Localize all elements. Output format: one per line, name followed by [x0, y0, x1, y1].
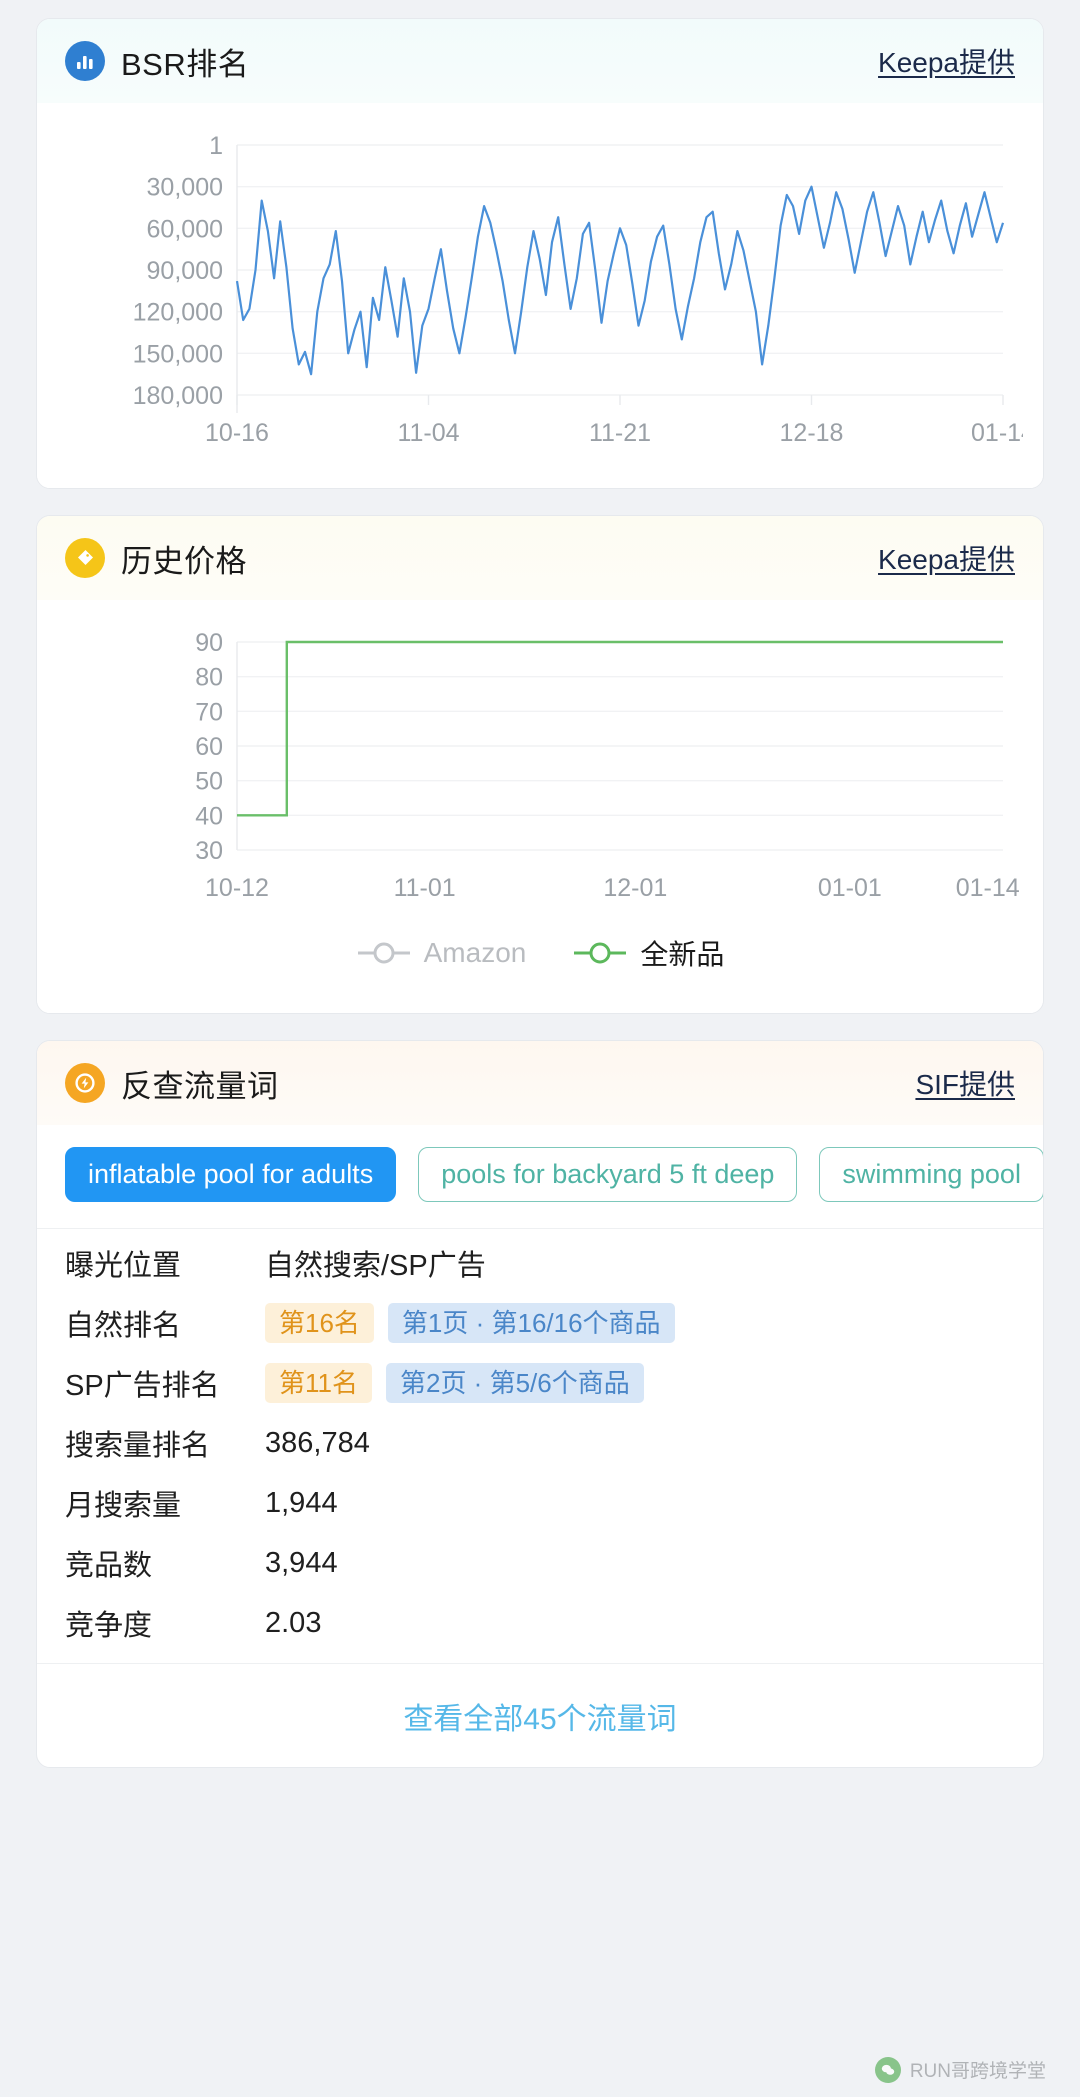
- keyword-chip[interactable]: swimming pool: [819, 1147, 1043, 1202]
- price-chart[interactable]: 90 80 70 60 50 40 30 10-12 11-01 12-01 01-01 01-14: [59, 618, 1021, 923]
- price-ytick-label: 80: [195, 664, 223, 692]
- keyword-rank-badge: 第16名: [265, 1303, 374, 1343]
- lightning-icon: [65, 1063, 105, 1103]
- price-provider-link[interactable]: Keepa提供: [878, 538, 1015, 578]
- bsr-chart-body: 1 30,000 60,000 90,000 120,000 150,000 180,000…: [37, 103, 1043, 488]
- keyword-detail-table: 曝光位置 自然搜索/SP广告自然排名 第16名 第1页 · 第16/16个商品 SP广告…: [37, 1228, 1043, 1663]
- keyword-provider-link[interactable]: SIF提供: [915, 1063, 1015, 1103]
- keyword-row-label: 搜索量排名: [65, 1430, 211, 1462]
- keyword-card-footer: 查看全部45个流量词: [37, 1663, 1043, 1767]
- legend-marker-amazon: [357, 942, 410, 964]
- bsr-provider-link[interactable]: Keepa提供: [878, 41, 1015, 81]
- keyword-chip[interactable]: pools for backyard 5 ft deep: [418, 1147, 798, 1202]
- bsr-header-left: BSR排名: [65, 39, 249, 84]
- keyword-rank-badge: 第11名: [265, 1363, 372, 1403]
- price-ytick-label: 90: [195, 629, 223, 657]
- price-tag-icon: [65, 538, 105, 578]
- keyword-row-label: SP广告排名: [65, 1370, 220, 1402]
- price-series-line: [237, 640, 1003, 817]
- bsr-xtick-label: 11-21: [589, 419, 651, 447]
- price-ytick-label: 70: [195, 698, 223, 726]
- legend-marker-new: [574, 942, 627, 964]
- keyword-chip[interactable]: inflatable pool for adults: [65, 1147, 397, 1202]
- price-history-card: 历史价格 Keepa提供 90 80 70 60 50 40 30 10-12 11-01 12-…: [36, 515, 1044, 1014]
- legend-label-new: 全新品: [640, 939, 725, 970]
- keyword-row-value: 第16名 第1页 · 第16/16个商品: [265, 1303, 675, 1343]
- keyword-row-value: 3,944: [265, 1547, 338, 1580]
- keyword-row-label: 自然排名: [65, 1310, 182, 1342]
- wechat-icon: [874, 2056, 901, 2083]
- keyword-row-text: 2.03: [265, 1606, 322, 1639]
- price-ytick-label: 30: [195, 837, 223, 865]
- price-ytick-label: 60: [195, 733, 223, 761]
- keyword-table-row: SP广告排名 第11名 第2页 · 第5/6个商品: [65, 1353, 1015, 1413]
- keyword-table-row: 月搜索量 1,944: [65, 1473, 1015, 1533]
- keyword-table-row: 曝光位置 自然搜索/SP广告: [65, 1233, 1015, 1293]
- price-chart-svg: 90 80 70 60 50 40 30 10-12 11-01 12-01 01-01 01-14: [195, 629, 1020, 902]
- legend-item-amazon[interactable]: Amazon: [356, 937, 527, 969]
- bsr-ytick-label: 150,000: [133, 340, 223, 368]
- bsr-ytick-label: 180,000: [133, 382, 223, 410]
- keyword-rank-badge: 第2页 · 第5/6个商品: [386, 1363, 644, 1403]
- watermark-text: RUN哥跨境学堂: [909, 2061, 1046, 2082]
- page-root: BSR排名 Keepa提供 1 30,000 60,000 90,000 120,000…: [0, 0, 1080, 2097]
- price-chart-body: 90 80 70 60 50 40 30 10-12 11-01 12-01 01-01 01-14 …: [37, 600, 1043, 1013]
- bsr-ytick-label: 30,000: [147, 174, 223, 202]
- keyword-row-value: 第11名 第2页 · 第5/6个商品: [265, 1363, 644, 1403]
- bsr-card-title: BSR排名: [121, 46, 250, 82]
- bsr-ytick-label: 1: [209, 132, 223, 160]
- keyword-row-label: 曝光位置: [65, 1250, 182, 1282]
- bsr-series-line: [235, 185, 1005, 376]
- price-xtick-label: 11-01: [394, 874, 456, 902]
- price-card-title: 历史价格: [121, 543, 247, 579]
- bsr-xtick-label: 01-14: [971, 419, 1023, 447]
- keyword-chips-row[interactable]: inflatable pool for adults pools for back…: [37, 1125, 1043, 1228]
- keyword-row-value: 386,784: [265, 1427, 370, 1460]
- bsr-ytick-label: 60,000: [147, 215, 223, 243]
- keyword-row-text: 386,784: [265, 1426, 370, 1459]
- legend-label-amazon: Amazon: [423, 937, 527, 968]
- legend-item-new[interactable]: 全新品: [572, 933, 724, 973]
- price-ytick-label: 40: [195, 802, 223, 830]
- price-xtick-label: 01-14: [956, 874, 1020, 902]
- price-xtick-label: 12-01: [603, 874, 667, 902]
- bsr-ytick-label: 120,000: [133, 299, 223, 327]
- price-header-left: 历史价格: [65, 536, 247, 581]
- bsr-card-header: BSR排名 Keepa提供: [37, 19, 1043, 103]
- watermark: RUN哥跨境学堂: [874, 2056, 1046, 2083]
- keyword-row-value: 2.03: [265, 1607, 321, 1640]
- keyword-row-label: 月搜索量: [65, 1490, 182, 1522]
- view-all-keywords-link[interactable]: 查看全部45个流量词: [403, 1694, 676, 1738]
- keyword-card-title: 反查流量词: [121, 1068, 279, 1104]
- price-ytick-label: 50: [195, 768, 223, 796]
- keyword-table-row: 竞品数 3,944: [65, 1533, 1015, 1593]
- keyword-table-row: 搜索量排名 386,784: [65, 1413, 1015, 1473]
- keyword-table-row: 自然排名 第16名 第1页 · 第16/16个商品: [65, 1293, 1015, 1353]
- keyword-lookup-card: 反查流量词 SIF提供 inflatable pool for adults po…: [36, 1040, 1044, 1768]
- keyword-rank-badge: 第1页 · 第16/16个商品: [387, 1303, 675, 1343]
- keyword-row-value: 自然搜索/SP广告: [265, 1242, 486, 1284]
- bsr-chart-svg: 1 30,000 60,000 90,000 120,000 150,000 180,000…: [133, 132, 1035, 447]
- bsr-rank-card: BSR排名 Keepa提供 1 30,000 60,000 90,000 120,000…: [36, 18, 1044, 489]
- price-xtick-label: 10-12: [205, 874, 269, 902]
- bsr-xtick-label: 11-04: [397, 419, 459, 447]
- keyword-row-label: 竞品数: [65, 1550, 153, 1582]
- keyword-row-label: 竞争度: [65, 1610, 153, 1642]
- keyword-table-row: 竞争度 2.03: [65, 1593, 1015, 1653]
- price-card-header: 历史价格 Keepa提供: [37, 516, 1043, 600]
- keyword-row-value: 1,944: [265, 1487, 338, 1520]
- bsr-ytick-label: 90,000: [147, 257, 223, 285]
- keyword-row-text: 3,944: [265, 1546, 338, 1579]
- keyword-header-left: 反查流量词: [65, 1061, 279, 1106]
- keyword-card-header: 反查流量词 SIF提供: [37, 1041, 1043, 1125]
- price-xtick-label: 01-01: [818, 874, 882, 902]
- bsr-xtick-label: 12-18: [780, 419, 844, 447]
- bsr-chart[interactable]: 1 30,000 60,000 90,000 120,000 150,000 180,000…: [59, 121, 1035, 466]
- bsr-xtick-label: 10-16: [205, 419, 269, 447]
- keyword-row-text: 自然搜索/SP广告: [265, 1250, 486, 1282]
- price-chart-legend: Amazon 全新品: [59, 923, 1021, 991]
- keyword-row-text: 1,944: [265, 1486, 338, 1519]
- bar-chart-icon: [65, 41, 105, 81]
